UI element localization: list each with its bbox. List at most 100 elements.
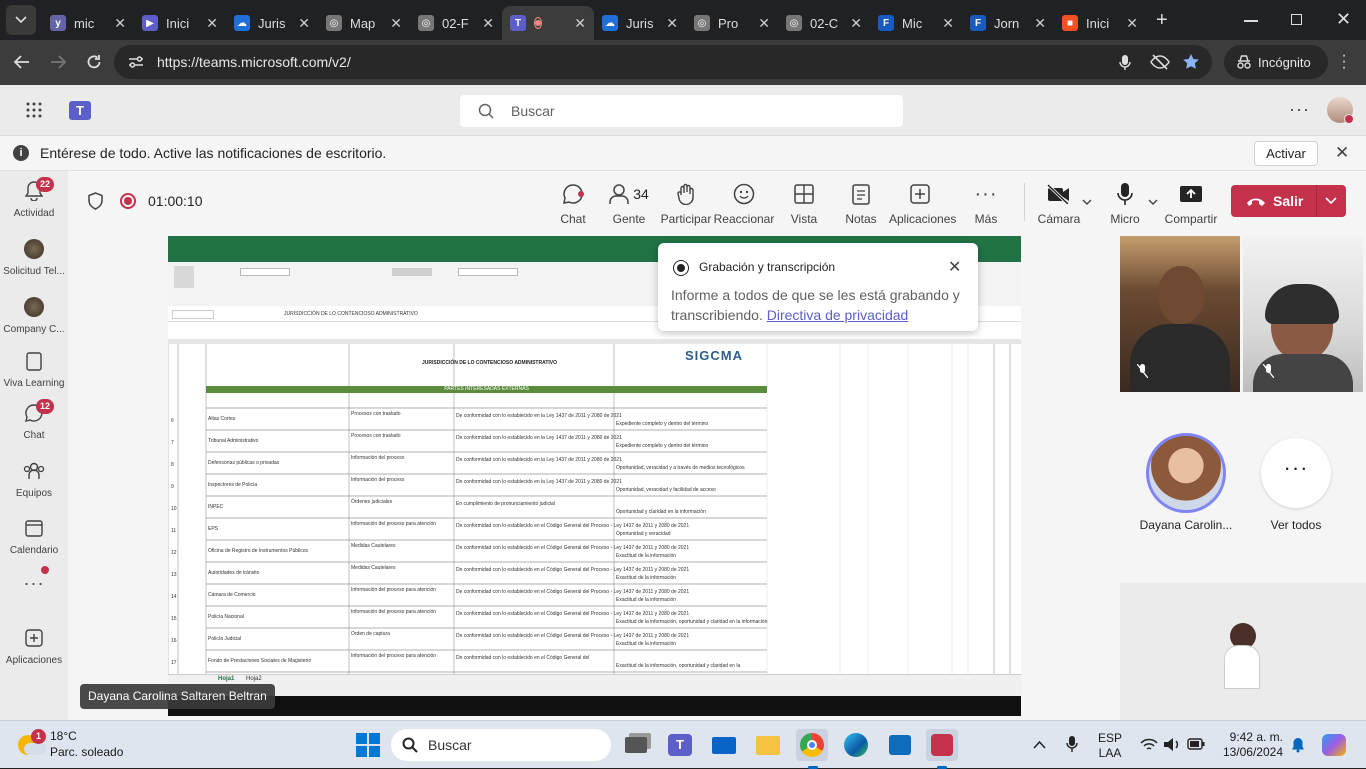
cell-expectation[interactable]: Oportunidad y veracidad: [616, 531, 670, 537]
cell-need[interactable]: Información del proceso: [351, 455, 404, 461]
row-number[interactable]: 17: [171, 660, 177, 666]
cell-party[interactable]: Altas Cortes: [208, 416, 235, 422]
cell-expectation[interactable]: Exactitud de la información: [616, 641, 676, 647]
browser-tab[interactable]: T ✕: [502, 6, 594, 40]
close-tab-icon[interactable]: ✕: [298, 15, 310, 32]
bookmark-star-icon[interactable]: [1182, 53, 1200, 70]
cell-requirement[interactable]: De conformidad con lo establecido en el …: [456, 545, 689, 551]
snipping-tool-icon[interactable]: [926, 729, 958, 761]
cell-party[interactable]: Oficina de Registro de Instrumentos Públ…: [208, 548, 308, 554]
control-people-button[interactable]: 34 Gente: [598, 181, 660, 226]
control-smile-button[interactable]: Reaccionar: [713, 181, 775, 226]
row-number[interactable]: 7: [171, 440, 174, 446]
clock-date[interactable]: 13/06/2024: [1213, 745, 1283, 760]
self-video-tile[interactable]: [1120, 583, 1366, 720]
site-settings-icon[interactable]: [128, 55, 144, 69]
cell-expectation[interactable]: Expediente completo y dentro del término: [616, 421, 708, 427]
cell-requirement[interactable]: De conformidad con lo establecido en el …: [456, 589, 689, 595]
cell-need[interactable]: Información del proceso para atención: [351, 521, 436, 527]
clock-time[interactable]: 9:42 a. m.: [1213, 730, 1283, 745]
wifi-icon[interactable]: [1140, 738, 1158, 752]
weather-widget[interactable]: 1 18°C Parc. soleado: [12, 727, 132, 763]
cell-requirement[interactable]: De conformidad con lo establecido en la …: [456, 457, 622, 463]
close-popup-icon[interactable]: ✕: [948, 257, 961, 277]
cell-party[interactable]: Autoridades de tránsito: [208, 570, 259, 576]
cell-need[interactable]: Procesos con traslado: [351, 433, 400, 439]
settings-more-button[interactable]: ···: [1289, 99, 1310, 120]
video-tile-2[interactable]: [1243, 236, 1363, 392]
restore-button[interactable]: [1291, 14, 1302, 25]
row-number[interactable]: 14: [171, 594, 177, 600]
row-number[interactable]: 12: [171, 550, 177, 556]
cell-requirement[interactable]: De conformidad con lo establecido en la …: [456, 435, 622, 441]
cell-requirement[interactable]: De conformidad con lo establecido en la …: [456, 479, 622, 485]
browser-tab[interactable]: y mic ✕: [42, 6, 134, 40]
cell-party[interactable]: Policía Judicial: [208, 636, 241, 642]
close-tab-icon[interactable]: ✕: [482, 15, 494, 32]
rail-item[interactable]: 22 Actividad: [0, 177, 68, 219]
cell-need[interactable]: Información del proceso para atención: [351, 653, 436, 659]
shield-icon[interactable]: [88, 192, 103, 210]
browser-tab[interactable]: ◎ 02-C ✕: [778, 6, 870, 40]
close-tab-icon[interactable]: ✕: [942, 15, 954, 32]
eye-off-icon[interactable]: [1150, 54, 1170, 70]
cell-need[interactable]: Orden de captura: [351, 631, 390, 637]
video-tile-1[interactable]: [1120, 236, 1240, 392]
chrome-icon[interactable]: [796, 729, 828, 761]
sheet-tab-2[interactable]: Hoja2: [246, 676, 262, 682]
row-number[interactable]: 9: [171, 484, 174, 490]
close-tab-icon[interactable]: ✕: [666, 15, 678, 32]
notification-bell-icon[interactable]: [1291, 737, 1305, 753]
privacy-link[interactable]: Directiva de privacidad: [767, 307, 909, 323]
close-tab-icon[interactable]: ✕: [850, 15, 862, 32]
sheet-tab-1[interactable]: Hoja1: [218, 676, 234, 682]
cell-requirement[interactable]: De conformidad con lo establecido en la …: [456, 413, 622, 419]
view-all-button[interactable]: ···: [1261, 438, 1331, 508]
mail-icon[interactable]: [708, 729, 740, 761]
cell-need[interactable]: Información del proceso: [351, 477, 404, 483]
close-tab-icon[interactable]: ✕: [758, 15, 770, 32]
back-icon[interactable]: [14, 55, 30, 69]
cell-expectation[interactable]: Exactitud de la información: [616, 597, 676, 603]
cell-need[interactable]: Procesos con traslado: [351, 411, 400, 417]
chevron-down-icon[interactable]: [1148, 199, 1158, 206]
chevron-up-icon[interactable]: [1033, 740, 1046, 749]
incognito-indicator[interactable]: Incógnito: [1224, 45, 1328, 79]
cell-expectation[interactable]: Exactitud de la información, oportunidad…: [616, 663, 740, 669]
browser-tab[interactable]: ☁ Juris ✕: [226, 6, 318, 40]
leave-button[interactable]: Salir: [1231, 185, 1346, 217]
control-more-button[interactable]: ··· Más: [955, 181, 1017, 227]
participant-avatar[interactable]: [1146, 433, 1226, 513]
close-tab-icon[interactable]: ✕: [1034, 15, 1046, 32]
rail-item[interactable]: Aplicaciones: [0, 626, 68, 666]
row-number[interactable]: 16: [171, 638, 177, 644]
file-explorer-icon[interactable]: [752, 729, 784, 761]
activate-button[interactable]: Activar: [1254, 141, 1318, 166]
row-number[interactable]: 6: [171, 418, 174, 424]
cell-requirement[interactable]: De conformidad con lo establecido en el …: [456, 611, 689, 617]
cell-expectation[interactable]: Oportunidad, veracidad y facilidad de ac…: [616, 487, 716, 493]
rail-item[interactable]: Calendario: [0, 516, 68, 556]
browser-tab[interactable]: F Jorn ✕: [962, 6, 1054, 40]
control-chat-button[interactable]: Chat: [542, 181, 604, 226]
rail-item[interactable]: 12 Chat: [0, 399, 68, 441]
browser-tab[interactable]: ■ Inici ✕: [1054, 6, 1146, 40]
cell-expectation[interactable]: Exactitud de la información, oportunidad…: [616, 619, 767, 625]
control-grid-button[interactable]: Vista: [773, 181, 835, 226]
row-number[interactable]: 13: [171, 572, 177, 578]
close-tab-icon[interactable]: ✕: [1126, 15, 1138, 32]
cell-need[interactable]: Órdenes judiciales: [351, 499, 392, 505]
media-mic-button[interactable]: Micro: [1094, 181, 1158, 226]
cell-party[interactable]: Cámara de Comercio: [208, 592, 256, 598]
close-tab-icon[interactable]: ✕: [574, 15, 586, 32]
close-tab-icon[interactable]: ✕: [390, 15, 402, 32]
teams-taskbar-icon[interactable]: T: [664, 729, 696, 761]
forward-icon[interactable]: [50, 55, 66, 69]
edge-icon[interactable]: [840, 729, 872, 761]
cell-requirement[interactable]: De conformidad con lo establecido en el …: [456, 633, 689, 639]
cell-expectation[interactable]: Oportunidad y claridad en la información: [616, 509, 706, 515]
battery-icon[interactable]: [1187, 738, 1205, 750]
close-banner-icon[interactable]: ✕: [1335, 143, 1349, 163]
row-number[interactable]: 11: [171, 528, 176, 534]
control-hand-button[interactable]: Participar: [655, 181, 717, 226]
